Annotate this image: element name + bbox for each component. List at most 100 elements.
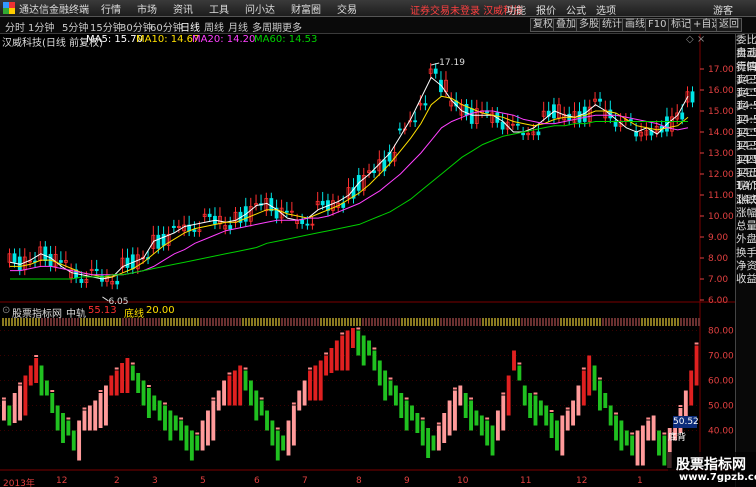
band-bar <box>557 318 559 326</box>
ind-cap-78 <box>420 417 425 420</box>
band-bar <box>659 318 661 326</box>
ind-bar-94 <box>506 375 511 416</box>
ma60-value: MA60: 14.53 <box>254 34 318 45</box>
divergence-label: 底背 <box>668 433 687 443</box>
ind-bar-110 <box>592 365 597 391</box>
band-bar <box>479 318 481 326</box>
ind-cap-120 <box>646 417 651 420</box>
mid-value: 55.13 <box>88 305 117 316</box>
band-bar <box>419 318 421 326</box>
band-bar <box>617 318 619 326</box>
band-bar <box>170 318 172 326</box>
candle-40-1 <box>423 103 428 106</box>
time-label-6: 7 <box>302 476 308 486</box>
settings-icon[interactable]: ◇ <box>686 34 694 45</box>
ind-cap-30 <box>163 402 167 405</box>
band-bar <box>644 318 646 326</box>
ind-bar-122 <box>657 430 661 456</box>
price-tick-label-7: 10.00 <box>708 212 734 222</box>
ind-bar-23 <box>125 358 130 393</box>
band-bar <box>236 318 238 326</box>
ind-cap-9 <box>50 390 55 392</box>
ind-bar-32 <box>173 415 178 431</box>
band-bar <box>269 318 271 326</box>
ind-bar-53 <box>286 420 291 456</box>
ind-cap-102 <box>549 410 554 412</box>
band-bar <box>524 318 526 326</box>
band-bar <box>488 318 490 326</box>
band-bar <box>116 318 118 326</box>
band-bar <box>485 318 487 326</box>
panel-controls[interactable]: ◇ × <box>686 34 705 45</box>
band-bar <box>329 318 331 326</box>
ind-bar-129 <box>694 345 699 386</box>
band-bar <box>305 318 307 326</box>
band-bar <box>539 318 541 326</box>
band-bar <box>335 318 337 326</box>
ind-tick-label-1: 70.00 <box>708 352 734 362</box>
band-bar <box>314 318 316 326</box>
candle-1-0 <box>17 256 22 271</box>
band-bar <box>338 318 340 326</box>
side2-label-5: 14:50 <box>736 113 756 126</box>
ind-bar-119 <box>640 425 645 466</box>
ind-bar-2 <box>12 393 17 423</box>
band-bar <box>365 318 367 326</box>
ind-bar-56 <box>302 380 307 406</box>
ind-bar-50 <box>270 420 275 446</box>
band-bar <box>500 318 502 326</box>
band-bar <box>632 318 634 326</box>
band-bar <box>98 318 100 326</box>
band-bar <box>413 318 415 326</box>
ind-bar-81 <box>436 425 441 451</box>
band-bar <box>668 318 670 326</box>
band-bar <box>611 318 613 326</box>
ind-bar-72 <box>388 380 393 396</box>
ma10-value: MA10: 14.67 <box>136 34 200 45</box>
ind-bar-35 <box>189 430 194 461</box>
band-bar <box>299 318 301 326</box>
band-bar <box>434 318 436 326</box>
band-bar <box>515 318 517 326</box>
band-bar <box>698 318 700 326</box>
ind-bar-128 <box>689 370 694 406</box>
band-bar <box>554 318 556 326</box>
ind-bar-47 <box>254 390 259 421</box>
ind-bar-66 <box>356 330 361 356</box>
ind-bar-114 <box>614 415 618 441</box>
ind-cap-90 <box>485 417 490 420</box>
band-bar <box>326 318 328 326</box>
candle-60-1 <box>628 119 633 122</box>
band-bar <box>209 318 211 326</box>
band-bar <box>593 318 595 326</box>
price-tick-label-3: 14.00 <box>708 128 734 138</box>
ind-bar-49 <box>265 410 269 431</box>
band-bar <box>407 318 409 326</box>
ind-bar-121 <box>651 415 656 441</box>
ind-bar-33 <box>179 420 184 441</box>
chart-canvas[interactable]: 17.0016.0015.0014.0013.0012.0011.0010.00… <box>0 0 735 487</box>
ind-bar-99 <box>533 395 538 426</box>
watermark: 股票指标网 www.7gpzb.com <box>668 452 756 487</box>
bottom-label: 底线 <box>124 309 144 320</box>
ind-bar-13 <box>71 430 76 451</box>
band-bar <box>383 318 385 326</box>
time-label-4: 5 <box>200 476 206 486</box>
band-bar <box>584 318 586 326</box>
band-bar <box>377 318 379 326</box>
band-bar <box>449 318 451 326</box>
main-info: 汉威科技(日线 前复权) MA5: 15.70 MA10: 14.67 MA20… <box>0 34 735 49</box>
close-icon[interactable]: × <box>697 34 705 45</box>
band-bar <box>188 318 190 326</box>
band-bar <box>230 318 232 326</box>
band-bar <box>461 318 463 326</box>
band-bar <box>8 318 10 326</box>
band-bar <box>191 318 193 326</box>
band-bar <box>374 318 376 326</box>
ind-bar-89 <box>479 415 484 436</box>
ind-cap-87 <box>469 397 473 400</box>
ind-bar-4 <box>23 375 28 416</box>
indicator-title[interactable]: 股票指标网 <box>12 305 62 320</box>
ind-bar-57 <box>308 370 312 401</box>
band-bar <box>596 318 598 326</box>
